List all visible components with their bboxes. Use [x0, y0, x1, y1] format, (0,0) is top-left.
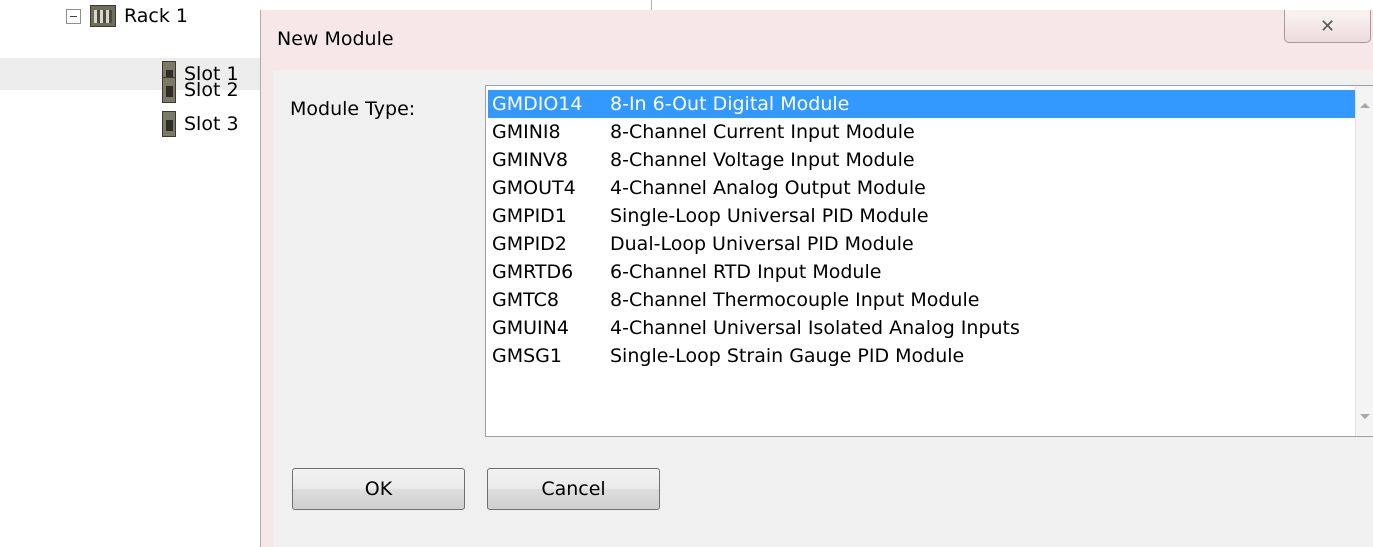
- module-list-item[interactable]: GMUIN4 4-Channel Universal Isolated Analo…: [488, 314, 1355, 342]
- module-code: GMPID1: [492, 205, 567, 227]
- module-code: GMSG1: [492, 345, 562, 367]
- slot-module-icon: [162, 77, 176, 103]
- module-code: GMINV8: [492, 149, 569, 171]
- module-list-item[interactable]: GMOUT4 4-Channel Analog Output Module: [488, 174, 1355, 202]
- module-code: GMUIN4: [492, 317, 569, 339]
- cancel-button[interactable]: Cancel: [487, 468, 660, 510]
- module-code: GMPID2: [492, 233, 567, 255]
- module-list-item[interactable]: GMDIO14 8-In 6-Out Digital Module: [488, 90, 1355, 118]
- module-type-label: Module Type:: [290, 98, 416, 120]
- scroll-down-icon[interactable]: [1360, 414, 1370, 419]
- tree-item-rack-1[interactable]: Rack 1: [66, 0, 188, 32]
- module-list-item[interactable]: GMINV8 8-Channel Voltage Input Module: [488, 146, 1355, 174]
- module-description: 6-Channel RTD Input Module: [610, 261, 882, 283]
- module-description: 8-In 6-Out Digital Module: [610, 93, 850, 115]
- close-button[interactable]: ✕: [1284, 10, 1371, 43]
- module-code: GMDIO14: [492, 93, 583, 115]
- tree-item-slot-1[interactable]: Slot 1: [0, 58, 300, 90]
- collapse-icon[interactable]: [66, 8, 81, 24]
- module-list: GMDIO14 8-In 6-Out Digital Module GMINI8 8-…: [488, 90, 1355, 370]
- slot-label: Slot 3: [184, 113, 239, 135]
- ok-button[interactable]: OK: [292, 468, 465, 510]
- module-list-item[interactable]: GMPID2 Dual-Loop Universal PID Module: [488, 230, 1355, 258]
- module-list-item[interactable]: GMSG1 Single-Loop Strain Gauge PID Module: [488, 342, 1355, 370]
- slot-label: Slot 2: [184, 79, 239, 101]
- dialog-client-area: Module Type: GMDIO14 8-In 6-Out Digital M…: [273, 70, 1373, 547]
- module-type-listbox[interactable]: GMDIO14 8-In 6-Out Digital Module GMINI8 8-…: [485, 85, 1373, 437]
- module-list-item[interactable]: GMTC8 8-Channel Thermocouple Input Module: [488, 286, 1355, 314]
- module-code: GMOUT4: [492, 177, 576, 199]
- rack-icon: [90, 5, 116, 27]
- module-description: Single-Loop Universal PID Module: [610, 205, 929, 227]
- module-description: 4-Channel Universal Isolated Analog Inpu…: [610, 317, 1020, 339]
- device-tree: Rack 1 Slot 1 Slot 2 Slot 3: [0, 0, 300, 547]
- module-description: Dual-Loop Universal PID Module: [610, 233, 914, 255]
- module-description: 4-Channel Analog Output Module: [610, 177, 926, 199]
- module-list-item[interactable]: GMINI8 8-Channel Current Input Module: [488, 118, 1355, 146]
- module-code: GMTC8: [492, 289, 559, 311]
- module-list-item[interactable]: GMPID1 Single-Loop Universal PID Module: [488, 202, 1355, 230]
- tree-item-slot-2[interactable]: Slot 2: [162, 74, 239, 106]
- module-description: 8-Channel Thermocouple Input Module: [610, 289, 980, 311]
- module-description: Single-Loop Strain Gauge PID Module: [610, 345, 965, 367]
- module-code: GMRTD6: [492, 261, 574, 283]
- vertical-scrollbar[interactable]: [1355, 86, 1373, 436]
- dialog-title: New Module: [277, 28, 394, 50]
- close-icon: ✕: [1319, 15, 1336, 37]
- rack-label: Rack 1: [124, 5, 189, 27]
- slot-module-icon: [162, 111, 176, 137]
- module-description: 8-Channel Current Input Module: [610, 121, 915, 143]
- scroll-up-icon[interactable]: [1360, 103, 1370, 108]
- new-module-dialog: New Module ✕ Module Type: GMDIO14 8-In 6-…: [260, 10, 1373, 547]
- module-description: 8-Channel Voltage Input Module: [610, 149, 915, 171]
- module-list-item[interactable]: GMRTD6 6-Channel RTD Input Module: [488, 258, 1355, 286]
- tree-item-slot-3[interactable]: Slot 3: [162, 108, 239, 140]
- module-code: GMINI8: [492, 121, 561, 143]
